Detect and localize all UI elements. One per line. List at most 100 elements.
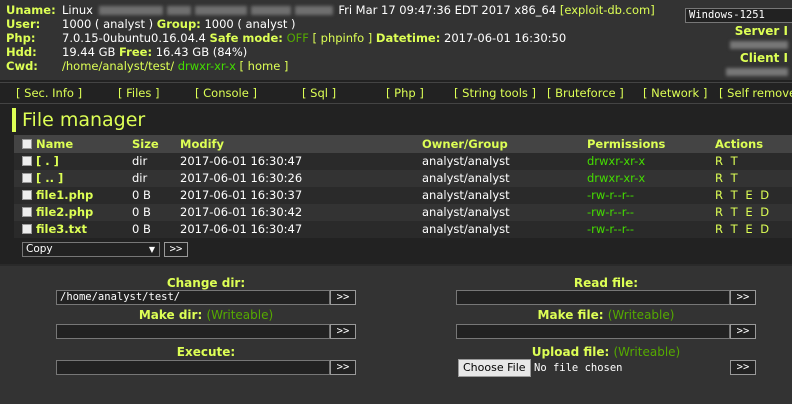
- execute-submit-button[interactable]: >>: [330, 360, 356, 375]
- bulk-action-select[interactable]: Copy ▼: [22, 242, 160, 257]
- make-dir-input[interactable]: [56, 324, 330, 339]
- file-permissions-link[interactable]: -rw-r--r--: [587, 221, 717, 238]
- exploit-db-link[interactable]: [exploit-db.com]: [560, 3, 655, 17]
- phpinfo-link[interactable]: [ phpinfo ]: [313, 31, 373, 45]
- menu-files[interactable]: [ Files ]: [118, 86, 160, 100]
- menu-string-tools[interactable]: [ String tools ]: [454, 86, 536, 100]
- user-row: User: 1000 ( analyst ) Group: 1000 ( anal…: [6, 17, 296, 31]
- owner-column-header: Owner/Group: [422, 137, 508, 151]
- file-owner: analyst/analyst: [422, 171, 510, 185]
- menu-sql[interactable]: [ Sql ]: [302, 86, 336, 100]
- bulk-action-value: Copy: [26, 243, 53, 255]
- file-permissions-link[interactable]: drwxr-xr-x: [587, 153, 717, 170]
- cwd-path-link[interactable]: /home/analyst/test/: [62, 59, 174, 73]
- make-file-input[interactable]: [456, 324, 730, 339]
- menu-php[interactable]: [ Php ]: [386, 86, 424, 100]
- hdd-label: Hdd:: [6, 45, 37, 59]
- permissions-column-header[interactable]: Permissions: [587, 135, 717, 153]
- tools-panel: Change dir: /home/analyst/test/ >> Make …: [0, 264, 792, 404]
- menu-network[interactable]: [ Network ]: [643, 86, 707, 100]
- file-owner: analyst/analyst: [422, 154, 510, 168]
- read-file-label: Read file:: [456, 276, 756, 290]
- menu-console[interactable]: [ Console ]: [195, 86, 257, 100]
- php-label: Php:: [6, 31, 36, 45]
- upload-submit-button[interactable]: >>: [730, 360, 756, 375]
- execute-label-text: Execute:: [176, 345, 236, 359]
- change-dir-submit-button[interactable]: >>: [330, 290, 356, 305]
- no-file-chosen-text: No file chosen: [534, 362, 623, 374]
- file-actions[interactable]: R T E D: [715, 187, 792, 204]
- execute-input[interactable]: [56, 360, 330, 375]
- redacted-client-ip: [726, 68, 788, 76]
- group-label: Group:: [156, 17, 201, 31]
- change-dir-label: Change dir:: [56, 276, 356, 290]
- file-size: dir: [132, 154, 148, 168]
- menu-sec-info[interactable]: [ Sec. Info ]: [16, 86, 82, 100]
- user-value: 1000 ( analyst ): [62, 17, 154, 31]
- file-manager-title: File manager: [12, 108, 145, 132]
- group-value: 1000 ( analyst ): [204, 17, 296, 31]
- system-info-header: Uname: Linux Fri Mar 17 09:47:36 EDT 2017…: [0, 0, 792, 80]
- execute-label: Execute:: [56, 345, 356, 359]
- file-owner: analyst/analyst: [422, 188, 510, 202]
- read-file-label-text: Read file:: [573, 276, 639, 290]
- menu-self-remove[interactable]: [ Self remove: [719, 86, 792, 100]
- cwd-permissions: drwxr-xr-x: [177, 59, 236, 73]
- make-dir-label-text: Make dir:: [138, 308, 203, 322]
- file-size: 0 B: [132, 222, 151, 236]
- php-row: Php: 7.0.15-0ubuntu0.16.04.4 Safe mode: O…: [6, 31, 566, 45]
- file-permissions-link[interactable]: drwxr-xr-x: [587, 170, 717, 187]
- row-checkbox[interactable]: [22, 173, 32, 183]
- name-column-header[interactable]: Name: [22, 135, 132, 153]
- change-dir-input[interactable]: /home/analyst/test/: [56, 290, 330, 305]
- file-name-link[interactable]: file2.php: [36, 205, 93, 219]
- choose-file-button[interactable]: Choose File: [458, 359, 531, 377]
- file-size: dir: [132, 171, 148, 185]
- file-name-link[interactable]: file1.php: [36, 188, 93, 202]
- row-checkbox[interactable]: [22, 190, 32, 200]
- file-permissions-link[interactable]: -rw-r--r--: [587, 187, 717, 204]
- file-name-link[interactable]: file3.txt: [36, 222, 87, 236]
- file-modified: 2017-06-01 16:30:26: [180, 171, 303, 185]
- file-modified: 2017-06-01 16:30:47: [180, 222, 303, 236]
- cwd-label: Cwd:: [6, 59, 38, 73]
- uname-row: Uname: Linux Fri Mar 17 09:47:36 EDT 2017…: [6, 3, 655, 17]
- row-checkbox[interactable]: [22, 207, 32, 217]
- table-row: [ . ] dir 2017-06-01 16:30:47 analyst/an…: [14, 153, 792, 170]
- file-owner: analyst/analyst: [422, 222, 510, 236]
- file-name-link[interactable]: [ . ]: [36, 154, 59, 168]
- change-dir-label-text: Change dir:: [166, 276, 246, 290]
- select-all-checkbox[interactable]: [22, 139, 32, 149]
- make-dir-submit-button[interactable]: >>: [330, 324, 356, 339]
- uname-prefix: Linux: [62, 3, 93, 17]
- file-modified: 2017-06-01 16:30:47: [180, 154, 303, 168]
- bulk-action-submit-button[interactable]: >>: [164, 242, 188, 257]
- row-checkbox[interactable]: [22, 224, 32, 234]
- hdd-row: Hdd: 19.44 GB Free: 16.43 GB (84%): [6, 45, 247, 59]
- table-header: Name Size Modify Owner/Group Permissions…: [14, 135, 792, 153]
- encoding-value: Windows-1251: [689, 9, 765, 21]
- file-actions[interactable]: R T E D: [715, 204, 792, 221]
- hdd-total: 19.44 GB: [62, 45, 116, 59]
- encoding-select[interactable]: Windows-1251: [685, 8, 792, 23]
- file-size: 0 B: [132, 205, 151, 219]
- size-column-header[interactable]: Size: [132, 135, 180, 153]
- row-checkbox[interactable]: [22, 156, 32, 166]
- home-link[interactable]: [ home ]: [240, 59, 289, 73]
- make-file-submit-button[interactable]: >>: [730, 324, 756, 339]
- read-file-input[interactable]: [456, 290, 730, 305]
- redacted-text: [250, 6, 291, 15]
- redacted-text: [194, 6, 247, 15]
- file-name-link[interactable]: [ .. ]: [36, 171, 63, 185]
- file-actions[interactable]: R T: [715, 153, 792, 170]
- upload-file-label: Upload file: (Writeable): [456, 345, 756, 359]
- file-actions[interactable]: R T: [715, 170, 792, 187]
- modify-column-header[interactable]: Modify: [180, 135, 420, 153]
- read-file-submit-button[interactable]: >>: [730, 290, 756, 305]
- file-permissions-link[interactable]: -rw-r--r--: [587, 204, 717, 221]
- redacted-server-ip: [730, 41, 788, 49]
- menu-bruteforce[interactable]: [ Bruteforce ]: [547, 86, 624, 100]
- upload-writeable-note: (Writeable): [613, 345, 681, 359]
- table-row: file3.txt 0 B 2017-06-01 16:30:47 analys…: [14, 221, 792, 238]
- file-actions[interactable]: R T E D: [715, 221, 792, 238]
